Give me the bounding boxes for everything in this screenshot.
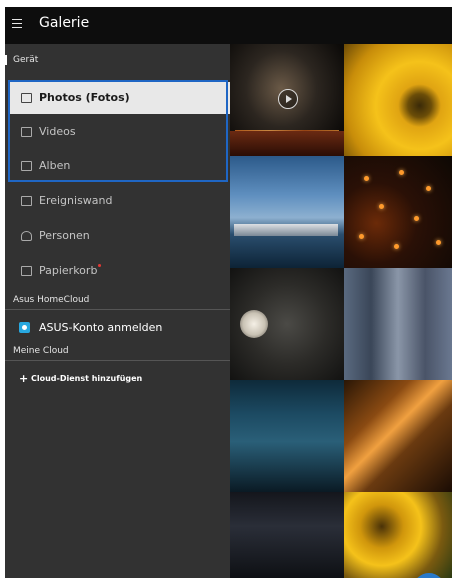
notification-badge — [98, 264, 102, 267]
photo-thumbnail-sunflower[interactable] — [344, 44, 452, 156]
device-screen: Galerie + Ge — [5, 7, 452, 578]
focus-highlight — [8, 80, 228, 182]
section-header-device: Gerät — [13, 55, 39, 65]
plus-icon: + — [19, 372, 29, 385]
nav-item-label: Personen — [39, 229, 90, 242]
photo-thumbnail-couple[interactable] — [344, 268, 452, 380]
photo-thumbnail-pool[interactable] — [230, 380, 344, 492]
event-wall-icon — [21, 196, 32, 206]
nav-item-trash[interactable]: Papierkorb — [8, 255, 230, 287]
photo-thumbnail-lanterns[interactable] — [344, 156, 452, 268]
asus-account-label: ASUS-Konto anmelden — [39, 321, 163, 334]
divider — [5, 360, 230, 361]
photo-thumbnail-city-night[interactable] — [230, 492, 344, 578]
app-bar: Galerie — [5, 7, 452, 44]
photo-thumbnail-restaurant[interactable] — [344, 380, 452, 492]
section-marker — [5, 55, 7, 65]
section-header-homecloud: Asus HomeCloud — [13, 295, 90, 305]
photo-thumbnail-flower[interactable] — [230, 268, 344, 380]
photo-thumbnail-sunflower-2[interactable] — [344, 492, 452, 578]
nav-item-label: Ereigniswand — [39, 194, 113, 207]
app-title: Galerie — [39, 15, 90, 31]
nav-item-label: Papierkorb — [39, 264, 98, 277]
add-cloud-service-button[interactable]: + Cloud-Dienst hinzufügen — [13, 372, 230, 392]
section-header-mycloud: Meine Cloud — [13, 346, 69, 356]
nav-item-event-wall[interactable]: Ereigniswand — [8, 185, 230, 217]
photo-thumbnail-video-concert[interactable] — [230, 44, 344, 156]
asus-account-login-button[interactable]: ASUS-Konto anmelden — [13, 318, 230, 342]
photo-grid: + — [230, 44, 452, 578]
nav-item-label-wrap: Papierkorb — [39, 264, 102, 277]
divider — [5, 309, 230, 310]
photo-thumbnail-harbor[interactable] — [230, 156, 344, 268]
navigation-drawer: Gerät Photos (Fotos) Videos Alben Ereign… — [5, 44, 230, 578]
play-icon[interactable] — [278, 89, 298, 109]
trash-icon — [21, 266, 32, 276]
nav-item-people[interactable]: Personen — [8, 220, 230, 252]
hamburger-menu-icon[interactable] — [12, 19, 22, 29]
add-cloud-label: Cloud-Dienst hinzufügen — [31, 374, 143, 383]
asus-cloud-icon — [19, 322, 30, 333]
people-icon — [21, 231, 32, 241]
